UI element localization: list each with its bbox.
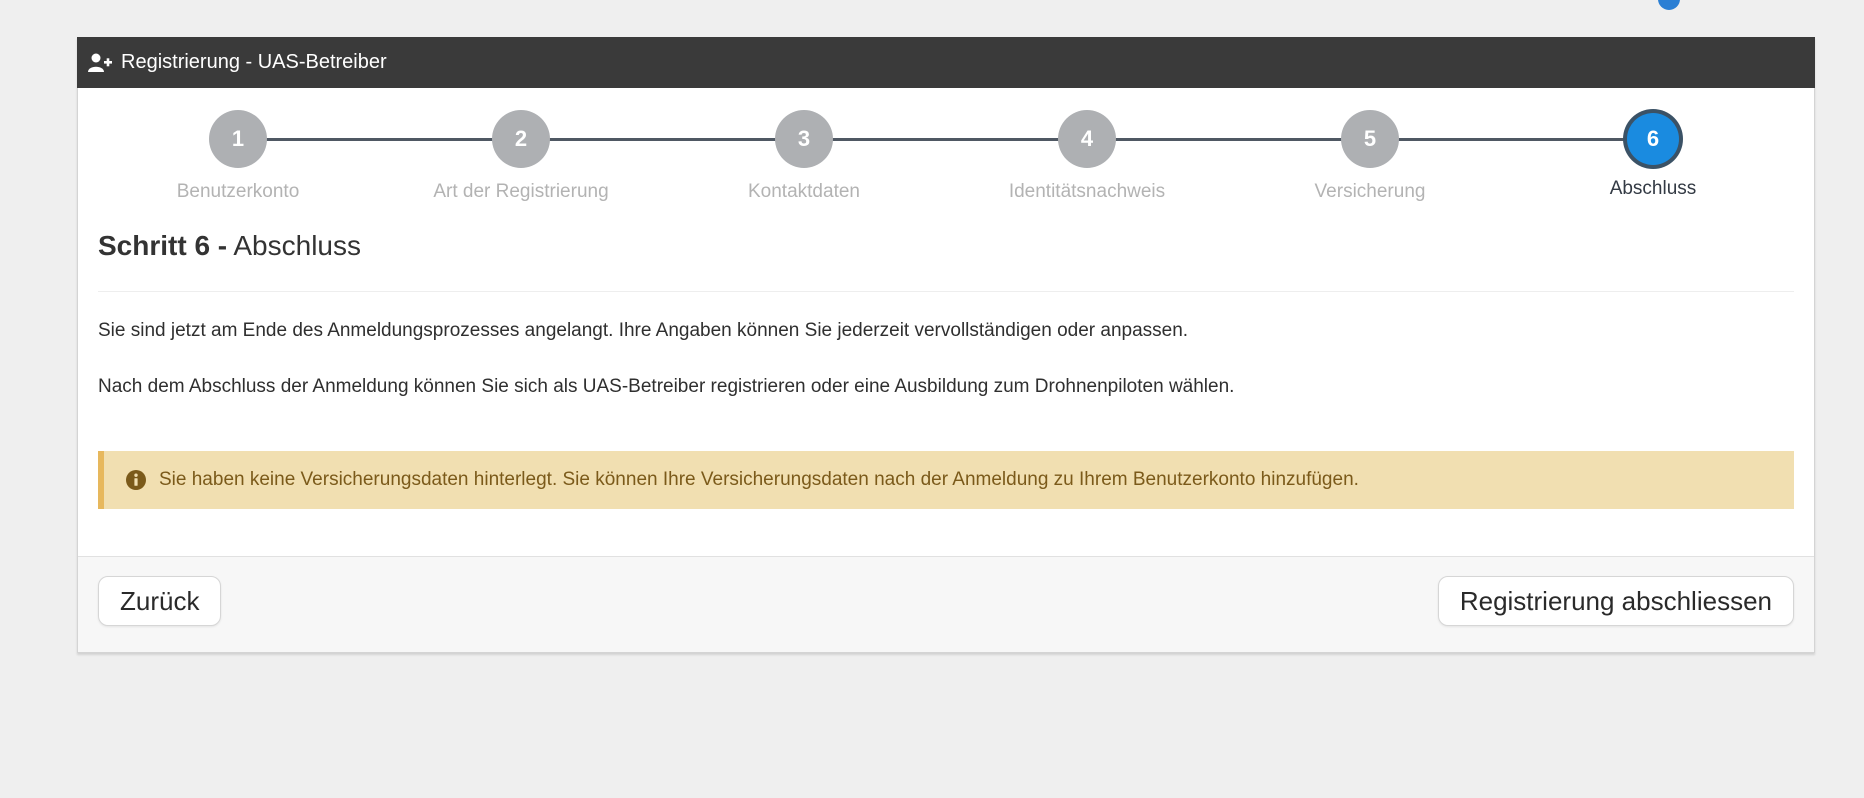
step-6: 6 Abschluss — [1523, 110, 1783, 200]
step-2: 2 Art der Registrierung — [391, 110, 651, 203]
step-2-label: Art der Registrierung — [433, 181, 609, 202]
step-1: 1 Benutzerkonto — [108, 110, 368, 203]
divider — [98, 291, 1794, 292]
user-plus-icon — [88, 53, 112, 73]
step-content: Schritt 6 - Abschluss Sie sind jetzt am … — [78, 230, 1814, 510]
progress-stepper: 1 Benutzerkonto 2 Art der Registrierung … — [78, 88, 1814, 208]
insurance-warning-alert: Sie haben keine Versicherungsdaten hinte… — [98, 451, 1794, 510]
step-5-label: Versicherung — [1314, 181, 1426, 202]
step-number-heading: Schritt 6 - — [98, 230, 228, 261]
step-3-circle: 3 — [775, 110, 833, 168]
back-button[interactable]: Zurück — [98, 576, 222, 626]
step-2-circle: 2 — [492, 110, 550, 168]
finish-registration-button[interactable]: Registrierung abschliessen — [1437, 576, 1794, 626]
step-5-circle: 5 — [1341, 110, 1399, 168]
info-paragraph-1: Sie sind jetzt am Ende des Anmeldungspro… — [98, 320, 1189, 341]
page-title: Schritt 6 - Abschluss — [98, 230, 1794, 262]
step-1-label: Benutzerkonto — [176, 181, 300, 202]
step-4: 4 Identitätsnachweis — [957, 110, 1217, 203]
panel-footer: Zurück Registrierung abschliessen — [78, 556, 1814, 652]
step-6-label: Abschluss — [1609, 178, 1697, 199]
help-icon[interactable] — [1658, 0, 1680, 10]
step-1-circle: 1 — [209, 110, 267, 168]
info-circle-icon — [125, 469, 147, 491]
step-3-label: Kontaktdaten — [748, 181, 860, 202]
registration-panel: Registrierung - UAS-Betreiber 1 Benutzer… — [77, 37, 1815, 653]
step-6-circle: 6 — [1627, 113, 1679, 165]
step-5: 5 Versicherung — [1240, 110, 1500, 203]
info-paragraph-2: Nach dem Abschluss der Anmeldung können … — [98, 375, 1235, 397]
step-3: 3 Kontaktdaten — [674, 110, 934, 203]
alert-text: Sie haben keine Versicherungsdaten hinte… — [159, 469, 1359, 491]
panel-header: Registrierung - UAS-Betreiber — [77, 37, 1815, 88]
step-4-circle: 4 — [1058, 110, 1116, 168]
panel-title: Registrierung - UAS-Betreiber — [121, 51, 387, 73]
step-4-label: Identitätsnachweis — [1008, 181, 1166, 202]
step-name-heading: Abschluss — [233, 230, 361, 261]
